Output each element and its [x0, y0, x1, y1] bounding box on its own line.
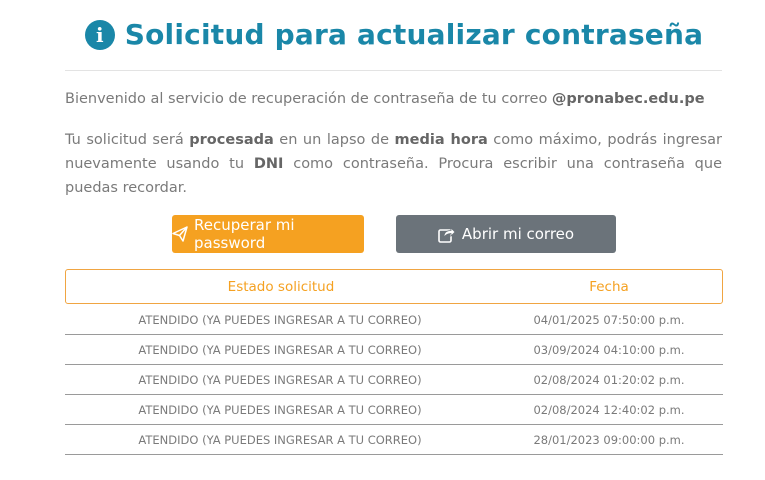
request-date: 04/01/2025 07:50:00 p.m.	[533, 312, 685, 327]
email-domain: @pronabec.edu.pe	[551, 91, 705, 107]
request-status: ATENDIDO (YA PUEDES INGRESAR A TU CORREO…	[138, 402, 422, 417]
request-status: ATENDIDO (YA PUEDES INGRESAR A TU CORREO…	[138, 432, 422, 447]
share-square-icon	[438, 226, 456, 243]
notice-emphasis: procesada	[189, 132, 274, 148]
recover-password-button[interactable]: Recuperar mi password	[172, 215, 364, 253]
notice-emphasis: DNI	[253, 156, 284, 172]
column-header-date: Fecha	[589, 278, 629, 295]
table-row: ATENDIDO (YA PUEDES INGRESAR A TU CORREO…	[65, 305, 723, 335]
info-circle-icon: i	[84, 19, 115, 50]
requests-table-body: ATENDIDO (YA PUEDES INGRESAR A TU CORREO…	[65, 305, 723, 455]
intro-paragraph: Bienvenido al servicio de recuperación d…	[65, 91, 725, 107]
request-date: 03/09/2024 04:10:00 p.m.	[533, 342, 685, 357]
open-mail-label: Abrir mi correo	[461, 225, 575, 243]
table-row: ATENDIDO (YA PUEDES INGRESAR A TU CORREO…	[65, 335, 723, 365]
intro-text: Bienvenido al servicio de recuperación d…	[65, 91, 552, 107]
open-mail-button[interactable]: Abrir mi correo	[396, 215, 616, 253]
request-status: ATENDIDO (YA PUEDES INGRESAR A TU CORREO…	[138, 342, 422, 357]
request-status: ATENDIDO (YA PUEDES INGRESAR A TU CORREO…	[138, 372, 422, 387]
notice-emphasis: media hora	[394, 132, 488, 148]
request-date: 02/08/2024 12:40:02 p.m.	[533, 402, 685, 417]
recover-password-label: Recuperar mi password	[194, 216, 295, 252]
column-header-status: Estado solicitud	[227, 278, 335, 295]
requests-table-header: Estado solicitud Fecha	[65, 269, 723, 304]
notice-paragraph: Tu solicitud será procesada en un lapso …	[65, 128, 722, 200]
table-row: ATENDIDO (YA PUEDES INGRESAR A TU CORREO…	[65, 425, 723, 455]
request-status: ATENDIDO (YA PUEDES INGRESAR A TU CORREO…	[138, 312, 422, 327]
table-row: ATENDIDO (YA PUEDES INGRESAR A TU CORREO…	[65, 365, 723, 395]
page-title: Solicitud para actualizar contraseña	[124, 18, 704, 51]
notice-text: en un lapso de	[273, 132, 395, 148]
request-date: 28/01/2023 09:00:00 p.m.	[533, 432, 685, 447]
header-divider	[65, 70, 722, 71]
table-row: ATENDIDO (YA PUEDES INGRESAR A TU CORREO…	[65, 395, 723, 425]
paper-plane-icon	[172, 226, 188, 242]
page-header: i Solicitud para actualizar contraseña	[0, 18, 765, 51]
notice-text: Tu solicitud será	[65, 132, 190, 148]
request-date: 02/08/2024 01:20:02 p.m.	[533, 372, 685, 387]
